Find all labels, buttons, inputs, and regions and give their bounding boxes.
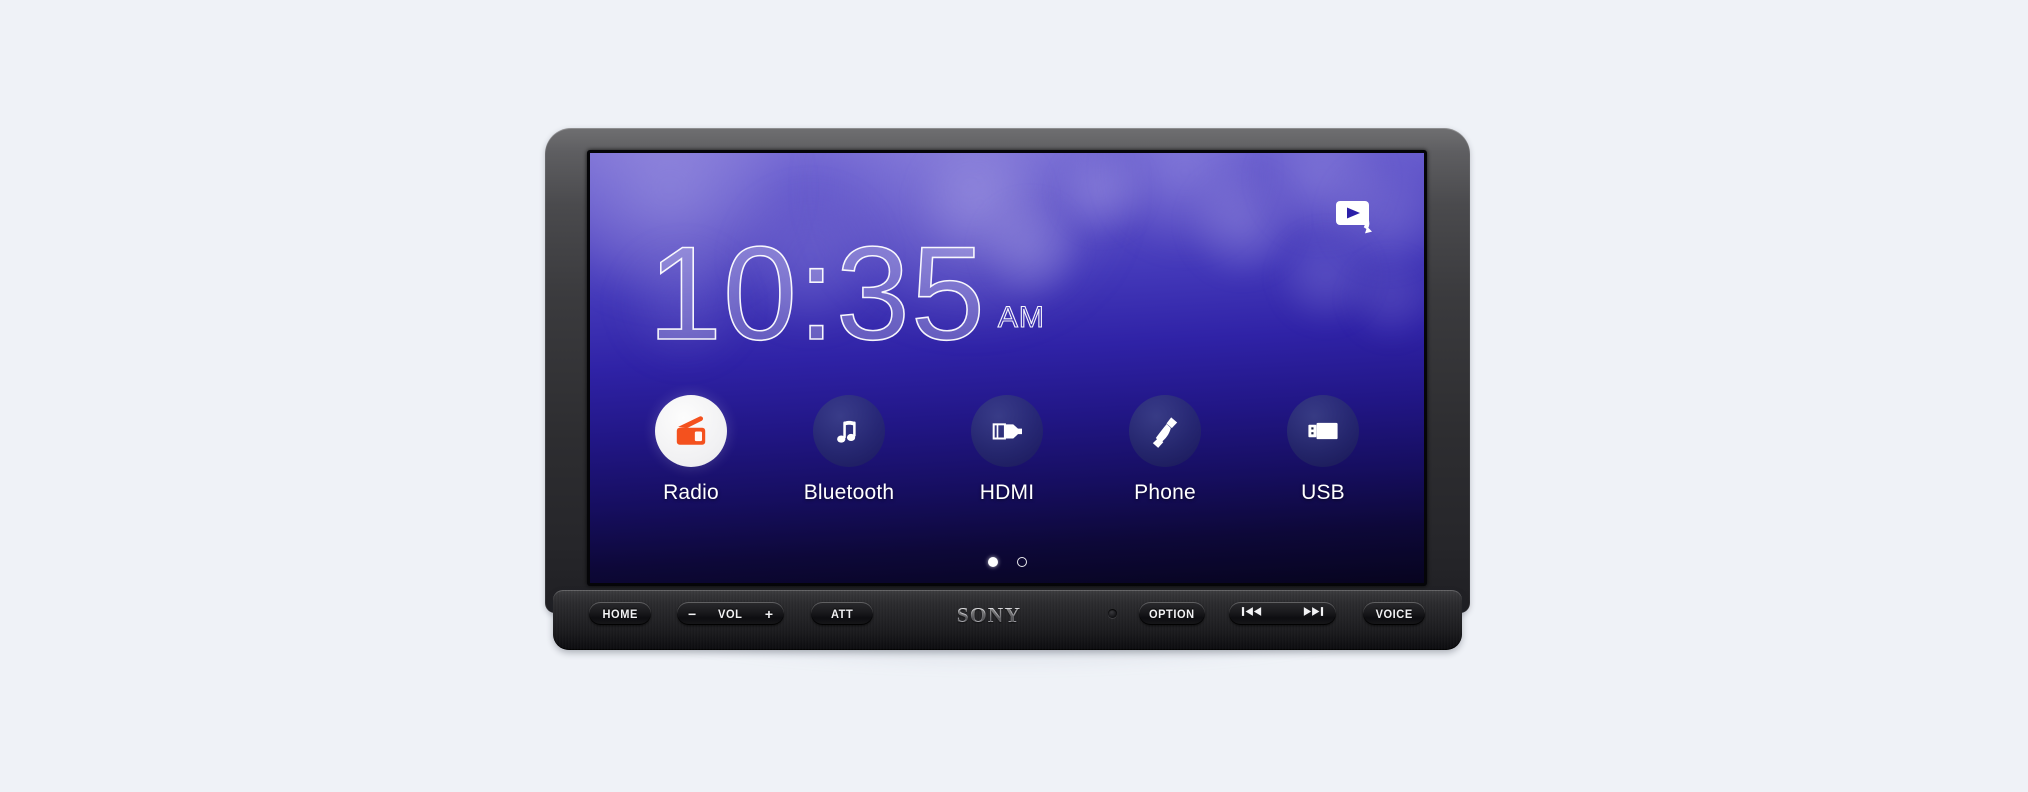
- screen-bezel: 10:35 AM Radio Bluetooth HDMI Phone USB: [545, 128, 1470, 613]
- clock-meridiem: AM: [997, 301, 1045, 335]
- radio-icon[interactable]: [655, 395, 727, 467]
- lcd-frame: 10:35 AM Radio Bluetooth HDMI Phone USB: [587, 150, 1427, 586]
- hdmi-plug-icon[interactable]: [971, 395, 1043, 467]
- touchscreen-display[interactable]: 10:35 AM Radio Bluetooth HDMI Phone USB: [590, 153, 1424, 583]
- sony-brand-logo: SONY: [934, 603, 1044, 628]
- track-skip-button[interactable]: [1229, 602, 1336, 625]
- source-label: Bluetooth: [803, 481, 895, 504]
- home-button[interactable]: HOME: [589, 602, 651, 625]
- hardware-control-bar: HOME − VOL + ATT SONY OPTION VOICE: [553, 590, 1462, 650]
- page-indicator: [590, 557, 1424, 567]
- usb-stick-icon[interactable]: [1287, 395, 1359, 467]
- source-label: HDMI: [979, 481, 1035, 504]
- source-item-phone[interactable]: Phone: [1092, 395, 1238, 505]
- volume-up-icon[interactable]: +: [765, 607, 773, 621]
- volume-down-icon[interactable]: −: [688, 607, 696, 621]
- page-dot-1[interactable]: [987, 557, 998, 567]
- source-item-hdmi[interactable]: HDMI: [934, 395, 1080, 505]
- option-button[interactable]: OPTION: [1139, 602, 1205, 625]
- source-item-radio[interactable]: Radio: [618, 395, 764, 505]
- source-icon-row: Radio Bluetooth HDMI Phone USB: [618, 395, 1396, 505]
- clock-widget: 10:35 AM: [590, 220, 1424, 368]
- previous-track-icon[interactable]: [1241, 605, 1263, 623]
- home-button-label: HOME: [602, 606, 638, 621]
- volume-button[interactable]: − VOL +: [677, 602, 784, 625]
- phone-handset-icon[interactable]: [1129, 395, 1201, 467]
- option-button-label: OPTION: [1149, 606, 1195, 621]
- source-label: Radio: [663, 481, 719, 504]
- next-track-icon[interactable]: [1302, 605, 1324, 623]
- voice-button-label: VOICE: [1375, 606, 1413, 621]
- volume-label: VOL: [718, 606, 743, 621]
- attenuate-button-label: ATT: [830, 606, 854, 621]
- play-resume-source-icon[interactable]: [1336, 200, 1384, 234]
- attenuate-button[interactable]: ATT: [811, 602, 873, 625]
- wallpaper-bokeh: [1058, 153, 1146, 235]
- clock-time: 10:35: [647, 220, 986, 368]
- car-receiver-unit: 10:35 AM Radio Bluetooth HDMI Phone USB …: [545, 128, 1470, 673]
- source-label: USB: [1301, 481, 1345, 504]
- source-label: Phone: [1134, 481, 1196, 504]
- music-note-icon[interactable]: [813, 395, 885, 467]
- page-dot-2[interactable]: [1016, 557, 1027, 567]
- source-item-bluetooth[interactable]: Bluetooth: [776, 395, 922, 505]
- microphone-hole: [1108, 609, 1117, 618]
- voice-button[interactable]: VOICE: [1363, 602, 1425, 625]
- source-item-usb[interactable]: USB: [1250, 395, 1396, 505]
